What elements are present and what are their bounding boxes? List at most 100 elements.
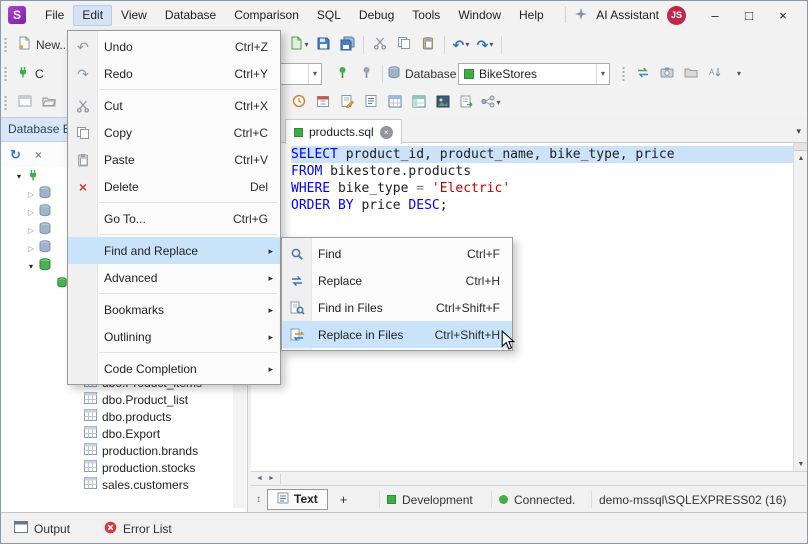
menu-item-bookmarks[interactable]: Bookmarks ▸ [68, 296, 280, 323]
tree-database-node[interactable]: ▷ [0, 185, 52, 203]
scroll-down-icon[interactable]: ▼ [794, 457, 808, 471]
menu-item-replace[interactable]: Replace Ctrl+H [282, 267, 512, 294]
tree-database-node[interactable]: ▷ [0, 221, 52, 239]
minimize-button[interactable]: – [698, 2, 732, 28]
refresh-icon[interactable]: ↻ [10, 147, 21, 162]
menu-tools[interactable]: Tools [403, 5, 449, 26]
query-plan-button[interactable]: ▾ [479, 91, 503, 115]
pane-right-icon[interactable]: ► [268, 475, 275, 482]
new-query-button[interactable]: ▾ [287, 33, 311, 57]
cut-button[interactable] [368, 33, 392, 57]
editor-scrollbar[interactable]: ▲ ▼ [793, 143, 808, 471]
toolbar-grip[interactable] [4, 65, 7, 82]
tree-table-row[interactable]: dbo.products [84, 408, 171, 425]
menu-help[interactable]: Help [510, 5, 553, 26]
sort-button[interactable]: A [703, 62, 727, 86]
save-all-button[interactable] [335, 33, 359, 57]
user-avatar-badge[interactable]: JS [667, 5, 686, 25]
menu-item-cut[interactable]: Cut Ctrl+X [68, 92, 280, 119]
sessions-button[interactable] [311, 91, 335, 115]
menu-database[interactable]: Database [156, 5, 225, 26]
menu-item-copy[interactable]: Copy Ctrl+C [68, 119, 280, 146]
tree-expanded-icon[interactable]: ▾ [24, 262, 38, 271]
view-switch-icon[interactable]: ↕ [256, 494, 261, 505]
tab-products-sql[interactable]: products.sql × [285, 119, 402, 144]
undo-button[interactable]: ↶ ▾ [449, 33, 473, 57]
split-handle[interactable] [794, 143, 808, 151]
menu-item-delete[interactable]: × Delete Del [68, 173, 280, 200]
redo-button[interactable]: ↷ ▾ [473, 33, 497, 57]
tree-collapsed-icon[interactable]: ▷ [24, 226, 38, 235]
tab-output[interactable]: Output [14, 521, 70, 536]
snapshot-button[interactable] [655, 62, 679, 86]
database-combobox[interactable]: BikeStores ▾ [458, 62, 610, 85]
tree-connection-node[interactable]: ▾ [0, 167, 40, 185]
save-button[interactable] [311, 33, 335, 57]
menu-item-find-and-replace[interactable]: Find and Replace ▸ [68, 237, 280, 264]
pivot-grid-button[interactable] [407, 91, 431, 115]
tree-table-row[interactable]: sales.customers [84, 476, 189, 493]
tree-table-row[interactable]: dbo.Export [84, 425, 160, 442]
compare-schemas-button[interactable] [631, 62, 655, 86]
tree-database-node[interactable]: ▷ [0, 203, 52, 221]
copy-button[interactable] [392, 33, 416, 57]
more-options-button[interactable]: ▾ [727, 62, 751, 86]
add-view-button[interactable]: + [340, 492, 348, 507]
menu-debug[interactable]: Debug [350, 5, 403, 26]
pin-alt-button[interactable] [354, 62, 378, 86]
scroll-up-icon[interactable]: ▲ [794, 151, 808, 165]
paste-button[interactable] [416, 33, 440, 57]
tab-list-chevron-icon[interactable]: ▾ [796, 126, 801, 137]
open-file-button[interactable] [37, 91, 61, 115]
open-folder-button[interactable] [679, 62, 703, 86]
tree-database-node-active[interactable]: ▾ [0, 257, 52, 275]
tree-schema-node[interactable] [0, 275, 68, 293]
toolbar-grip[interactable] [4, 36, 7, 53]
menu-item-replace-in-files[interactable]: Replace in Files Ctrl+Shift+H [282, 321, 512, 348]
menu-item-redo[interactable]: ↷ Redo Ctrl+Y [68, 60, 280, 87]
window-layout-button[interactable] [13, 91, 37, 115]
menu-file[interactable]: File [36, 5, 73, 26]
pin-button[interactable] [330, 62, 354, 86]
menu-sql[interactable]: SQL [308, 5, 350, 26]
menu-item-code-completion[interactable]: Code Completion ▸ [68, 355, 280, 382]
close-tab-icon[interactable]: × [379, 125, 393, 139]
close-button[interactable]: × [766, 2, 800, 28]
ai-assistant-button[interactable]: AI Assistant [596, 8, 659, 22]
history-button[interactable] [287, 91, 311, 115]
toolbar-grip[interactable] [4, 94, 7, 111]
maximize-button[interactable]: □ [732, 2, 766, 28]
diagram-button[interactable] [431, 91, 455, 115]
menu-edit[interactable]: Edit [73, 4, 113, 26]
menu-item-undo[interactable]: ↶ Undo Ctrl+Z [68, 33, 280, 60]
tree-table-row[interactable]: production.stocks [84, 459, 195, 476]
menu-item-outlining[interactable]: Outlining ▸ [68, 323, 280, 350]
menu-window[interactable]: Window [449, 5, 510, 26]
environment-status[interactable]: Development [387, 486, 473, 513]
edit-document-button[interactable] [335, 91, 359, 115]
tab-text-view[interactable]: Text [267, 488, 328, 510]
menu-view[interactable]: View [112, 5, 156, 26]
close-icon[interactable]: × [35, 148, 42, 162]
pane-left-icon[interactable]: ◄ [256, 475, 263, 482]
menu-item-go-to[interactable]: Go To... Ctrl+G [68, 205, 280, 232]
new-button[interactable]: New... [13, 33, 73, 57]
tree-collapsed-icon[interactable]: ▷ [24, 244, 38, 253]
toolbar-grip[interactable] [622, 65, 625, 82]
menu-item-find-in-files[interactable]: Find in Files Ctrl+Shift+F [282, 294, 512, 321]
menu-item-find[interactable]: Find Ctrl+F [282, 240, 512, 267]
tree-expanded-icon[interactable]: ▾ [12, 172, 26, 181]
data-grid-button[interactable] [383, 91, 407, 115]
menu-comparison[interactable]: Comparison [225, 5, 308, 26]
tab-error-list[interactable]: Error List [104, 521, 172, 537]
document-outline-button[interactable] [359, 91, 383, 115]
export-data-button[interactable] [455, 91, 479, 115]
tree-collapsed-icon[interactable]: ▷ [24, 190, 38, 199]
tree-database-node[interactable]: ▷ [0, 239, 52, 257]
tree-table-row[interactable]: production.brands [84, 442, 198, 459]
tree-collapsed-icon[interactable]: ▷ [24, 208, 38, 217]
menu-item-paste[interactable]: Paste Ctrl+V [68, 146, 280, 173]
tree-table-row[interactable]: dbo.Product_list [84, 391, 188, 408]
menu-item-advanced[interactable]: Advanced ▸ [68, 264, 280, 291]
connect-button[interactable]: C [13, 62, 47, 86]
